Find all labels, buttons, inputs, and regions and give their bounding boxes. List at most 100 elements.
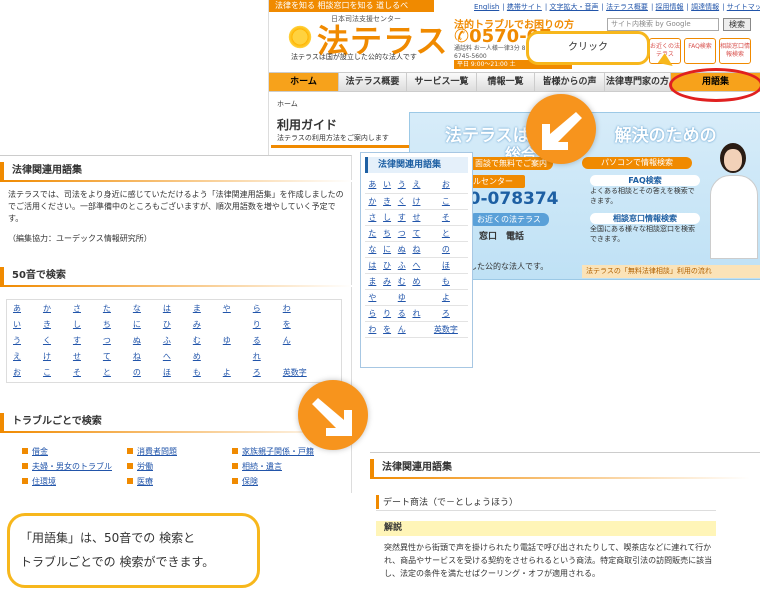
kana-panel-link[interactable]: み [379, 273, 395, 290]
kana-link[interactable]: な [127, 300, 157, 316]
kana-panel-link[interactable]: め [409, 273, 424, 290]
kana-link[interactable]: む [187, 332, 217, 348]
kana-panel-link[interactable]: の [423, 241, 468, 258]
kana-link[interactable]: し [67, 316, 97, 332]
kana-panel-link[interactable]: ぬ [394, 241, 410, 258]
kana-panel-link[interactable]: 英数字 [423, 321, 468, 338]
kana-link[interactable]: け [37, 348, 67, 364]
kana-panel-link[interactable]: を [379, 321, 395, 338]
top-link-english[interactable]: English [474, 3, 499, 11]
kana-panel-link[interactable]: ら [365, 305, 380, 322]
kana-panel-link[interactable]: し [379, 209, 395, 226]
site-search-button[interactable]: 検索 [723, 18, 751, 31]
kana-panel-link[interactable]: り [379, 305, 395, 322]
top-link-procurement[interactable]: 調達情報 [691, 3, 719, 11]
banner-consult[interactable]: 相談窓口情報検索 全国にある様々な相談窓口を検索できます。 [590, 213, 700, 244]
top-link-accessibility[interactable]: 文字拡大・音声 [549, 3, 598, 11]
kana-panel-link[interactable]: た [365, 225, 380, 242]
top-link-mobile[interactable]: 携帯サイト [507, 3, 542, 11]
kana-link[interactable]: は [157, 300, 187, 316]
kana-link[interactable]: れ [247, 348, 277, 364]
kana-panel-link[interactable]: そ [423, 209, 468, 226]
kana-panel-link[interactable]: ゆ [394, 289, 410, 306]
kana-link[interactable]: い [7, 316, 37, 332]
kana-link[interactable]: み [187, 316, 217, 332]
kana-link[interactable]: せ [67, 348, 97, 364]
trouble-link[interactable]: 保険 [232, 476, 337, 491]
kana-panel-link[interactable]: け [409, 193, 424, 210]
kana-panel-link[interactable]: や [365, 289, 380, 306]
nav-services[interactable]: サービス一覧 [407, 73, 477, 91]
trouble-link[interactable]: 相続・遺言 [232, 461, 337, 476]
kana-link[interactable]: る [247, 332, 277, 348]
kana-link[interactable]: こ [37, 364, 67, 380]
kana-link[interactable]: 英数字 [277, 364, 341, 380]
kana-panel-link[interactable]: ん [394, 321, 410, 338]
kana-link[interactable]: つ [97, 332, 127, 348]
kana-link[interactable]: ま [187, 300, 217, 316]
kana-link[interactable]: わ [277, 300, 341, 316]
trouble-link[interactable]: 夫婦・男女のトラブル [22, 461, 127, 476]
kana-panel-link[interactable]: る [394, 305, 410, 322]
top-link-recruit[interactable]: 採用情報 [656, 3, 684, 11]
kana-panel-link[interactable]: あ [365, 177, 380, 194]
kana-link[interactable]: ろ [247, 364, 277, 380]
kana-link[interactable]: う [7, 332, 37, 348]
banner-flow-link[interactable]: 法テラスの「無料法律相談」利用の流れ [582, 265, 760, 278]
kana-panel-link[interactable]: も [423, 273, 468, 290]
trouble-link[interactable]: 医療 [127, 476, 232, 491]
kana-link[interactable]: を [277, 316, 341, 332]
kana-link[interactable]: よ [217, 364, 247, 380]
kana-panel-link[interactable]: さ [365, 209, 380, 226]
kana-link[interactable]: お [7, 364, 37, 380]
kana-link[interactable]: も [187, 364, 217, 380]
nav-home[interactable]: ホーム [269, 73, 339, 91]
kana-panel-link[interactable]: つ [394, 225, 410, 242]
kana-panel-link[interactable]: ろ [423, 305, 468, 322]
kana-link[interactable]: め [187, 348, 217, 364]
kana-link[interactable]: ね [127, 348, 157, 364]
trouble-link[interactable]: 住環境 [22, 476, 127, 491]
breadcrumb[interactable]: ホーム [277, 99, 298, 109]
kana-link[interactable]: て [97, 348, 127, 364]
banner-faq[interactable]: FAQ検索 よくある相談とその答えを検索できます。 [590, 175, 700, 206]
kana-link[interactable]: え [7, 348, 37, 364]
consult-search-button[interactable]: 相談窓口情報検索 [719, 38, 751, 64]
kana-panel-title[interactable]: 法律関連用語集 [365, 157, 468, 173]
faq-button[interactable]: FAQ検索 [684, 38, 716, 64]
kana-panel-link[interactable]: か [365, 193, 380, 210]
site-search-input[interactable]: サイト内検索 by Google [607, 18, 719, 31]
kana-link[interactable]: り [247, 316, 277, 332]
kana-panel-link[interactable]: お [423, 177, 468, 194]
kana-link[interactable]: か [37, 300, 67, 316]
trouble-link[interactable]: 労働 [127, 461, 232, 476]
kana-panel-link[interactable]: な [365, 241, 380, 258]
kana-panel-link[interactable]: わ [365, 321, 380, 338]
kana-link[interactable]: ん [277, 332, 341, 348]
kana-link[interactable]: さ [67, 300, 97, 316]
nav-about[interactable]: 法テラス概要 [339, 73, 407, 91]
kana-panel-link[interactable]: へ [409, 257, 424, 274]
kana-link[interactable]: き [37, 316, 67, 332]
kana-panel-link[interactable]: む [394, 273, 410, 290]
kana-panel-link[interactable]: ほ [423, 257, 468, 274]
kana-link[interactable]: ふ [157, 332, 187, 348]
kana-panel-link[interactable]: れ [409, 305, 424, 322]
kana-panel-link[interactable]: と [423, 225, 468, 242]
kana-panel-link[interactable]: は [365, 257, 380, 274]
kana-link[interactable]: ゆ [217, 332, 247, 348]
kana-panel-link[interactable]: こ [423, 193, 468, 210]
nav-voices[interactable]: 皆様からの声 [535, 73, 605, 91]
kana-link[interactable]: ほ [157, 364, 187, 380]
kana-panel-link[interactable]: く [394, 193, 410, 210]
top-link-about[interactable]: 法テラス概要 [606, 3, 648, 11]
kana-panel-link[interactable]: す [394, 209, 410, 226]
top-link-sitemap[interactable]: サイトマップ [727, 3, 760, 11]
kana-panel-link[interactable]: ね [409, 241, 424, 258]
kana-link[interactable]: に [127, 316, 157, 332]
kana-link[interactable]: ひ [157, 316, 187, 332]
kana-panel-link[interactable]: ち [379, 225, 395, 242]
kana-link[interactable]: す [67, 332, 97, 348]
kana-panel-link[interactable]: ひ [379, 257, 395, 274]
kana-link[interactable]: あ [7, 300, 37, 316]
